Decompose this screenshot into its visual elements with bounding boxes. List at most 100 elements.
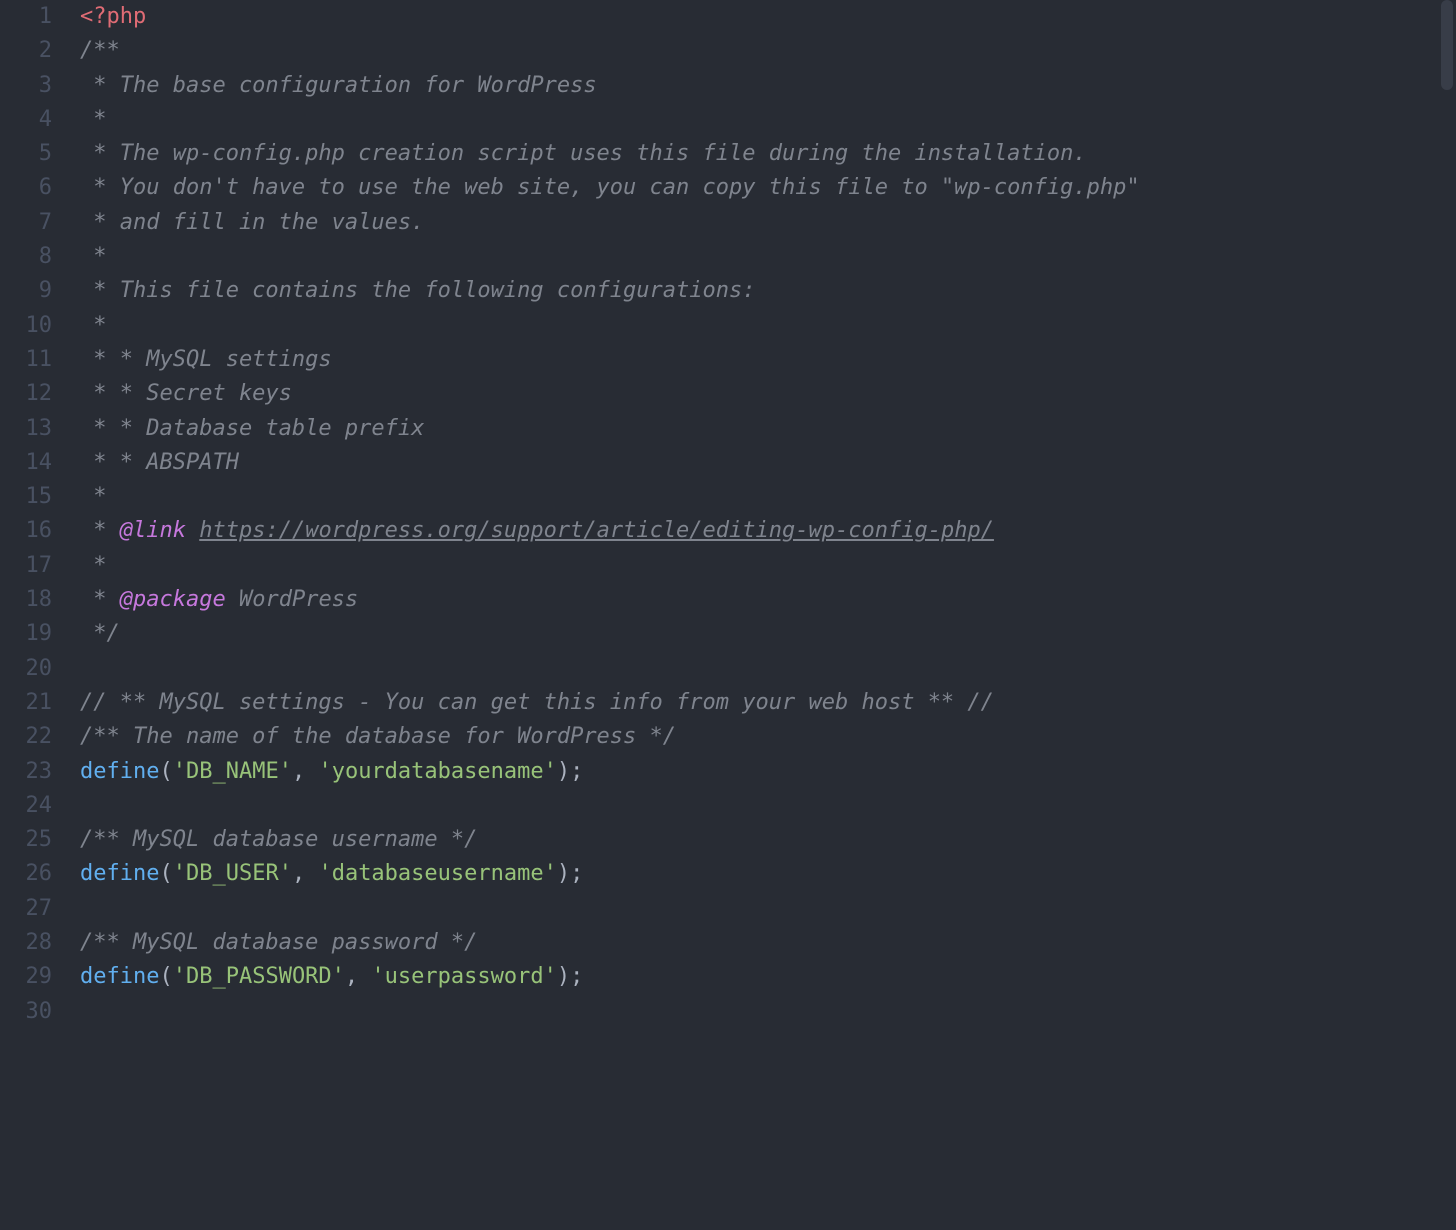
comment-text: /** MySQL database password */	[80, 930, 477, 955]
space	[226, 587, 239, 612]
code-line[interactable]: * and fill in the values.	[80, 206, 1456, 240]
line-number: 10	[0, 309, 52, 343]
code-line[interactable]	[80, 892, 1456, 926]
define-keyword: define	[80, 759, 159, 784]
code-line[interactable]: /** MySQL database username */	[80, 823, 1456, 857]
comment-text: *	[80, 313, 107, 338]
line-number: 23	[0, 755, 52, 789]
line-number: 26	[0, 857, 52, 891]
comment-text: * * MySQL settings	[80, 347, 332, 372]
comment-prefix: *	[80, 518, 120, 543]
code-line[interactable]: define('DB_PASSWORD', 'userpassword');	[80, 960, 1456, 994]
string-db-name-key: 'DB_NAME'	[173, 759, 292, 784]
vertical-scrollbar[interactable]	[1441, 0, 1453, 90]
code-line[interactable]: *	[80, 549, 1456, 583]
comment-text: /**	[80, 38, 120, 63]
comment-text: // ** MySQL settings - You can get this …	[80, 690, 994, 715]
comment-text: * and fill in the values.	[80, 210, 424, 235]
code-line[interactable]	[80, 652, 1456, 686]
code-line[interactable]: // ** MySQL settings - You can get this …	[80, 686, 1456, 720]
comment-text: *	[80, 107, 107, 132]
code-editor[interactable]: 1 2 3 4 5 6 7 8 9 10 11 12 13 14 15 16 1…	[0, 0, 1456, 1230]
line-number: 15	[0, 480, 52, 514]
comment-text: /** The name of the database for WordPre…	[80, 724, 676, 749]
semicolon: ;	[570, 964, 583, 989]
php-open-tag: <?php	[80, 4, 146, 29]
code-line[interactable]: *	[80, 103, 1456, 137]
code-line[interactable]: *	[80, 309, 1456, 343]
code-line[interactable]: * @link https://wordpress.org/support/ar…	[80, 514, 1456, 548]
space	[186, 518, 199, 543]
line-number: 20	[0, 652, 52, 686]
code-line[interactable]: */	[80, 617, 1456, 651]
code-line[interactable]: * You don't have to use the web site, yo…	[80, 171, 1456, 205]
line-number: 25	[0, 823, 52, 857]
comment-prefix: *	[80, 587, 120, 612]
line-number: 14	[0, 446, 52, 480]
code-line[interactable]: /**	[80, 34, 1456, 68]
define-keyword: define	[80, 964, 159, 989]
line-number: 22	[0, 720, 52, 754]
paren-open: (	[159, 759, 172, 784]
line-number: 5	[0, 137, 52, 171]
line-number: 30	[0, 995, 52, 1029]
line-number: 11	[0, 343, 52, 377]
line-number: 24	[0, 789, 52, 823]
doc-package-name: WordPress	[239, 587, 358, 612]
line-number: 2	[0, 34, 52, 68]
paren-close: )	[557, 759, 570, 784]
semicolon: ;	[570, 759, 583, 784]
code-line[interactable]: <?php	[80, 0, 1456, 34]
line-number: 9	[0, 274, 52, 308]
line-number: 8	[0, 240, 52, 274]
line-number: 12	[0, 377, 52, 411]
code-line[interactable]: /** MySQL database password */	[80, 926, 1456, 960]
code-area[interactable]: <?php /** * The base configuration for W…	[70, 0, 1456, 1230]
line-number: 28	[0, 926, 52, 960]
comment-text: *	[80, 484, 107, 509]
line-number: 27	[0, 892, 52, 926]
comment-text: /** MySQL database username */	[80, 827, 477, 852]
line-number: 7	[0, 206, 52, 240]
comment-text: * This file contains the following confi…	[80, 278, 756, 303]
code-line[interactable]: * The wp-config.php creation script uses…	[80, 137, 1456, 171]
code-line[interactable]: * This file contains the following confi…	[80, 274, 1456, 308]
code-line[interactable]: * * Secret keys	[80, 377, 1456, 411]
doc-tag-package: @package	[120, 587, 226, 612]
code-line[interactable]: * * MySQL settings	[80, 343, 1456, 377]
comment-text: *	[80, 244, 107, 269]
string-db-password-key: 'DB_PASSWORD'	[173, 964, 345, 989]
doc-tag-link: @link	[120, 518, 186, 543]
comment-text: * * ABSPATH	[80, 450, 239, 475]
code-line[interactable]: /** The name of the database for WordPre…	[80, 720, 1456, 754]
comment-text: * You don't have to use the web site, yo…	[80, 175, 1140, 200]
line-number: 17	[0, 549, 52, 583]
line-number: 1	[0, 0, 52, 34]
string-db-user-value: 'databaseusername'	[318, 861, 556, 886]
code-line[interactable]: * * Database table prefix	[80, 412, 1456, 446]
comment-text: * * Database table prefix	[80, 416, 424, 441]
paren-close: )	[557, 861, 570, 886]
comment-text: *	[80, 553, 107, 578]
code-line[interactable]: * The base configuration for WordPress	[80, 69, 1456, 103]
line-number: 6	[0, 171, 52, 205]
code-line[interactable]	[80, 789, 1456, 823]
line-number-gutter: 1 2 3 4 5 6 7 8 9 10 11 12 13 14 15 16 1…	[0, 0, 70, 1230]
comment-text: * The wp-config.php creation script uses…	[80, 141, 1087, 166]
comma: ,	[292, 759, 319, 784]
comma: ,	[345, 964, 372, 989]
line-number: 3	[0, 69, 52, 103]
code-line[interactable]: * @package WordPress	[80, 583, 1456, 617]
comment-text: */	[80, 621, 120, 646]
code-line[interactable]: define('DB_USER', 'databaseusername');	[80, 857, 1456, 891]
code-line[interactable]: * * ABSPATH	[80, 446, 1456, 480]
string-db-password-value: 'userpassword'	[371, 964, 556, 989]
comma: ,	[292, 861, 319, 886]
define-keyword: define	[80, 861, 159, 886]
code-line[interactable]: *	[80, 240, 1456, 274]
code-line[interactable]: *	[80, 480, 1456, 514]
line-number: 19	[0, 617, 52, 651]
code-line[interactable]: define('DB_NAME', 'yourdatabasename');	[80, 755, 1456, 789]
doc-link-url[interactable]: https://wordpress.org/support/article/ed…	[199, 518, 994, 543]
line-number: 18	[0, 583, 52, 617]
